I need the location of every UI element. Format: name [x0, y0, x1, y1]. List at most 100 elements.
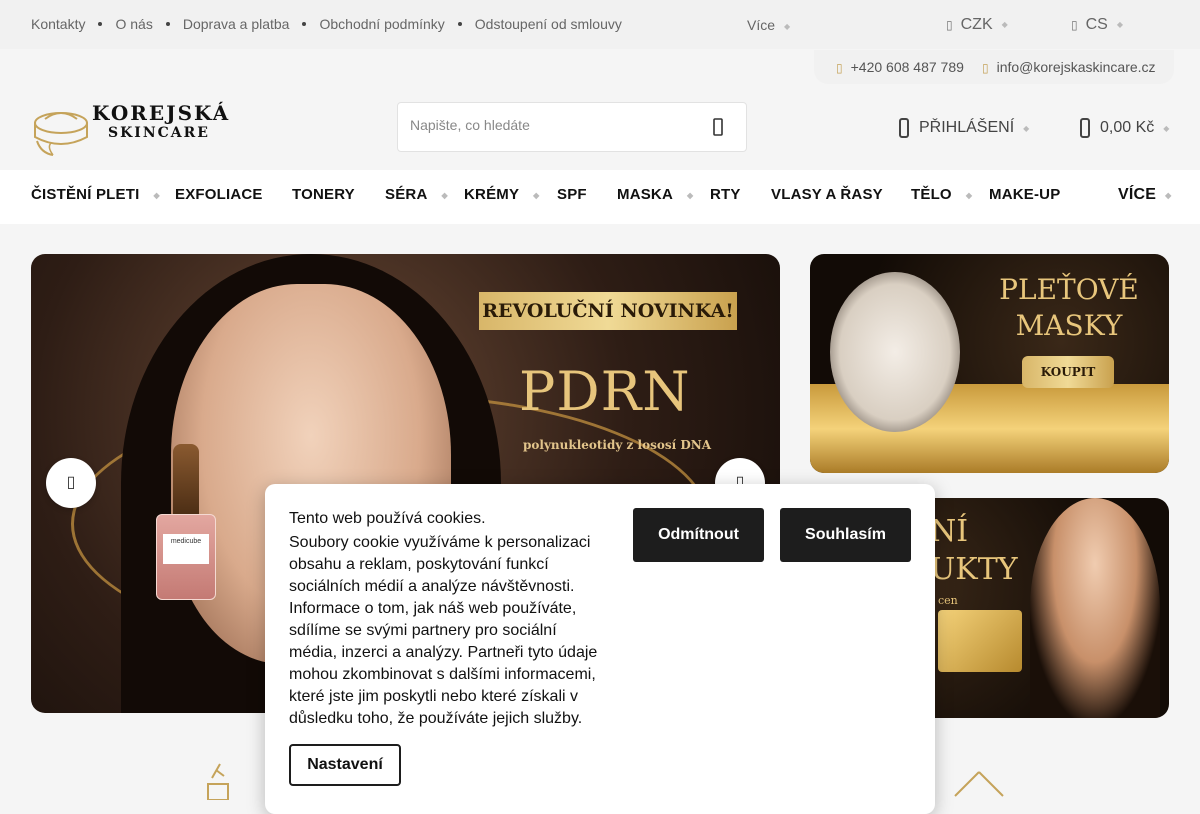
link-odstoupeni-od-smlouvy[interactable]: Odstoupení od smlouvy: [475, 16, 622, 32]
phone-link[interactable]: ▯ +420 608 487 789: [836, 59, 964, 75]
nav-item-telo[interactable]: TĚLO ◆: [911, 186, 972, 203]
cart-total: 0,00 Kč: [1100, 119, 1155, 136]
language-label: CS: [1085, 16, 1108, 33]
phone-number: +420 608 487 789: [850, 59, 964, 75]
separator-dot: [457, 22, 462, 26]
nav-more-label: VÍCE: [1118, 186, 1157, 203]
email-address: info@korejskaskincare.cz: [996, 59, 1156, 75]
side-banner2-title-line1: NÍ: [930, 514, 969, 549]
nav-item-label: TONERY: [292, 186, 355, 203]
chevron-down-icon: ◆: [1163, 123, 1170, 133]
search-icon[interactable]: [710, 118, 728, 136]
separator-dot: [165, 22, 170, 26]
buy-button[interactable]: KOUPIT: [1022, 356, 1114, 388]
side-banner2-title-line2: UKTY: [930, 552, 1018, 587]
currency-icon: ▯: [946, 18, 953, 32]
top-links: Kontakty O nás Doprava a platba Obchodní…: [31, 16, 622, 32]
side-banner2-small-text: cen: [938, 594, 958, 607]
nav-item-label: MAKE-UP: [989, 186, 1061, 203]
chevron-down-icon: ◆: [687, 190, 694, 200]
chevron-down-icon: ◆: [1116, 20, 1123, 30]
diamond-icon: [954, 771, 1004, 797]
nav-item-label: MASKA: [617, 186, 673, 203]
chevron-down-icon: ◆: [1001, 20, 1008, 30]
top-more-dropdown[interactable]: Více ◆: [747, 17, 790, 33]
separator-dot: [302, 22, 307, 26]
gift-box-icon: [938, 610, 1022, 672]
logo-text-line1: KOREJSKÁ: [92, 101, 231, 125]
nav-item-sera[interactable]: SÉRA ◆: [385, 186, 448, 203]
globe-icon: ▯: [1071, 18, 1078, 32]
link-obchodni-podminky[interactable]: Obchodní podmínky: [319, 16, 444, 32]
currency-selector[interactable]: ▯ CZK ◆: [946, 16, 1008, 34]
side-banner-masks[interactable]: PLEŤOVÉ MASKY KOUPIT: [810, 254, 1169, 473]
cookie-consent-dialog: Tento web používá cookies. Soubory cooki…: [265, 484, 935, 814]
nav-item-make-up[interactable]: MAKE-UP: [989, 186, 1060, 203]
link-o-nas[interactable]: O nás: [115, 16, 152, 32]
carousel-prev-button[interactable]: ▯: [46, 458, 96, 508]
search-input[interactable]: [410, 117, 690, 133]
side-banner-title-line2: MASKY: [1015, 309, 1123, 342]
cart-icon: [1080, 118, 1090, 138]
site-logo[interactable]: KOREJSKÁ SKINCARE: [31, 97, 228, 157]
currency-label: CZK: [960, 16, 993, 33]
top-more-label: Více: [747, 17, 776, 33]
nav-item-spf[interactable]: SPF: [557, 186, 587, 203]
nav-item-label: SÉRA: [385, 186, 428, 203]
cart-link[interactable]: 0,00 Kč ◆: [1080, 118, 1169, 138]
nav-item-label: EXFOLIACE: [175, 186, 263, 203]
email-link[interactable]: ▯ info@korejskaskincare.cz: [982, 59, 1156, 75]
nav-item-label: SPF: [557, 186, 587, 203]
cookie-title: Tento web používá cookies.: [289, 510, 486, 527]
nav-item-label: TĚLO: [911, 186, 952, 203]
phone-icon: ▯: [836, 61, 843, 75]
language-selector[interactable]: ▯ CS ◆: [1071, 16, 1123, 34]
nav-item-maska[interactable]: MASKA ◆: [617, 186, 693, 203]
side-banner-title-line1: PLEŤOVÉ: [999, 273, 1139, 306]
bottle-label: medicube: [163, 534, 209, 564]
nav-item-cisteni-pleti[interactable]: ČISTĚNÍ PLETI ◆: [31, 186, 160, 203]
link-kontakty[interactable]: Kontakty: [31, 16, 85, 32]
nav-item-tonery[interactable]: TONERY: [292, 186, 355, 203]
side-banner-title: PLEŤOVÉ MASKY: [984, 272, 1154, 344]
dropper-bottle-icon: [207, 763, 229, 800]
logo-cream-jar-icon: [34, 112, 88, 156]
nav-item-exfoliace[interactable]: EXFOLIACE: [175, 186, 263, 203]
nav-item-label: ČISTĚNÍ PLETI: [31, 186, 140, 203]
contact-bar: ▯ +420 608 487 789 ▯ info@korejskaskincare…: [814, 50, 1174, 84]
link-doprava-a-platba[interactable]: Doprava a platba: [183, 16, 290, 32]
banner-tag: REVOLUČNÍ NOVINKA!: [479, 292, 737, 330]
chevron-down-icon: ◆: [784, 21, 791, 31]
nav-more-dropdown[interactable]: VÍCE ◆: [1118, 186, 1172, 204]
nav-item-label: KRÉMY: [464, 186, 520, 203]
chevron-left-icon: ▯: [66, 474, 76, 491]
cookie-text: Soubory cookie využíváme k personalizaci…: [289, 534, 598, 727]
nav-item-vlasy-a-rasy[interactable]: VLASY A ŘASY: [771, 186, 883, 203]
cookie-settings-button[interactable]: Nastavení: [289, 744, 401, 786]
top-bar: Kontakty O nás Doprava a platba Obchodní…: [0, 0, 1200, 49]
chevron-down-icon: ◆: [441, 190, 448, 200]
chevron-down-icon: ◆: [533, 190, 540, 200]
dropper-icon: [173, 444, 199, 516]
banner-headline: PDRN: [519, 360, 691, 423]
search-box: [397, 102, 747, 152]
reject-cookies-button[interactable]: Odmítnout: [633, 508, 764, 562]
banner-model-gift: [1030, 498, 1160, 718]
nav-item-label: VLASY A ŘASY: [771, 186, 883, 203]
main-navigation: ČISTĚNÍ PLETI ◆ EXFOLIACE TONERY SÉRA ◆ KR…: [0, 170, 1200, 224]
banner-subline: polynukleotidy z lososí DNA: [523, 438, 712, 452]
chevron-down-icon: ◆: [1023, 123, 1030, 133]
banner-model-mask: [830, 272, 960, 432]
chevron-down-icon: ◆: [965, 190, 973, 200]
chevron-down-icon: ◆: [153, 190, 160, 200]
login-link[interactable]: PŘIHLÁŠENÍ ◆: [899, 118, 1029, 138]
chevron-down-icon: ◆: [1165, 190, 1172, 200]
accept-cookies-button[interactable]: Souhlasím: [780, 508, 911, 562]
user-icon: [899, 118, 909, 138]
nav-item-rty[interactable]: RTY: [710, 186, 741, 203]
nav-item-label: RTY: [710, 186, 741, 203]
separator-dot: [98, 22, 103, 26]
nav-item-kremy[interactable]: KRÉMY ◆: [464, 186, 540, 203]
login-label: PŘIHLÁŠENÍ: [919, 119, 1015, 136]
mail-icon: ▯: [982, 61, 989, 75]
